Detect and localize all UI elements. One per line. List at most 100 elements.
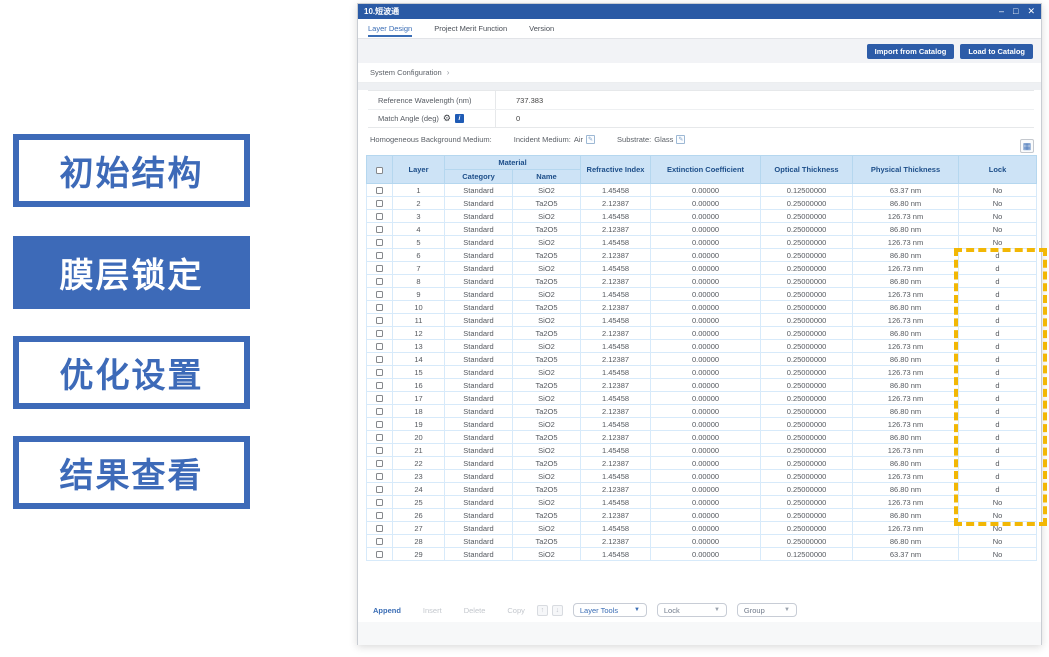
refractive-index-cell: 2.12387 — [581, 379, 651, 392]
row-checkbox[interactable] — [376, 252, 383, 259]
row-checkbox[interactable] — [376, 304, 383, 311]
lock-dropdown[interactable]: Lock ▼ — [657, 603, 727, 617]
row-checkbox[interactable] — [376, 382, 383, 389]
row-checkbox[interactable] — [376, 473, 383, 480]
category-cell: Standard — [445, 548, 513, 561]
edit-substrate-icon[interactable]: ✎ — [676, 135, 685, 144]
extinction-coefficient-cell: 0.00000 — [651, 418, 761, 431]
physical-thickness-cell: 126.73 nm — [853, 366, 959, 379]
tab-version[interactable]: Version — [529, 19, 554, 38]
row-checkbox[interactable] — [376, 200, 383, 207]
extinction-coefficient-cell: 0.00000 — [651, 184, 761, 197]
row-checkbox[interactable] — [376, 291, 383, 298]
optical-thickness-cell: 0.25000000 — [761, 314, 853, 327]
material-name-cell: SiO2 — [513, 340, 581, 353]
lock-cell: d — [959, 470, 1037, 483]
background-medium-label: Homogeneous Background Medium: — [370, 135, 492, 144]
row-checkbox[interactable] — [376, 187, 383, 194]
layer-cell: 19 — [393, 418, 445, 431]
reference-wavelength-field[interactable]: 737.383 — [496, 96, 543, 105]
row-checkbox[interactable] — [376, 499, 383, 506]
select-all-checkbox[interactable] — [376, 167, 383, 174]
close-button[interactable]: ✕ — [1027, 7, 1035, 16]
table-row: 17StandardSiO21.454580.000000.2500000012… — [367, 392, 1037, 405]
insert-button[interactable]: Insert — [423, 606, 442, 615]
extinction-coefficient-cell: 0.00000 — [651, 483, 761, 496]
optical-thickness-cell: 0.25000000 — [761, 496, 853, 509]
row-checkbox[interactable] — [376, 369, 383, 376]
row-checkbox[interactable] — [376, 551, 383, 558]
row-checkbox[interactable] — [376, 317, 383, 324]
lock-cell: d — [959, 405, 1037, 418]
tabbar: Layer Design Project Merit Function Vers… — [358, 19, 1041, 39]
copy-button[interactable]: Copy — [507, 606, 525, 615]
material-name-cell: SiO2 — [513, 236, 581, 249]
row-checkbox[interactable] — [376, 265, 383, 272]
row-checkbox[interactable] — [376, 408, 383, 415]
tab-layer-design[interactable]: Layer Design — [368, 19, 412, 38]
gear-icon[interactable]: ⚙ — [443, 114, 451, 123]
optical-thickness-cell: 0.25000000 — [761, 483, 853, 496]
row-checkbox[interactable] — [376, 525, 383, 532]
row-checkbox[interactable] — [376, 460, 383, 467]
refractive-index-cell: 1.45458 — [581, 548, 651, 561]
minimize-button[interactable]: – — [999, 7, 1004, 16]
row-checkbox[interactable] — [376, 330, 383, 337]
move-down-icon[interactable]: ↓ — [552, 605, 563, 616]
delete-button[interactable]: Delete — [464, 606, 486, 615]
row-checkbox[interactable] — [376, 447, 383, 454]
incident-medium-value: Air — [574, 135, 583, 144]
match-angle-field[interactable]: 0 — [496, 114, 520, 123]
row-checkbox[interactable] — [376, 512, 383, 519]
row-checkbox[interactable] — [376, 538, 383, 545]
column-header-name: Name — [513, 170, 581, 184]
category-cell: Standard — [445, 392, 513, 405]
reference-wavelength-label: Reference Wavelength (nm) — [378, 96, 472, 105]
physical-thickness-cell: 86.80 nm — [853, 483, 959, 496]
column-header-physical-thickness: Physical Thickness — [853, 156, 959, 184]
layer-cell: 6 — [393, 249, 445, 262]
category-cell: Standard — [445, 509, 513, 522]
refractive-index-cell: 2.12387 — [581, 223, 651, 236]
category-cell: Standard — [445, 301, 513, 314]
physical-thickness-cell: 86.80 nm — [853, 223, 959, 236]
maximize-button[interactable]: □ — [1013, 7, 1018, 16]
append-button[interactable]: Append — [373, 606, 401, 615]
physical-thickness-cell: 86.80 nm — [853, 431, 959, 444]
import-from-catalog-button[interactable]: Import from Catalog — [867, 44, 955, 59]
material-name-cell: Ta2O5 — [513, 327, 581, 340]
category-cell: Standard — [445, 236, 513, 249]
table-settings-icon[interactable]: ▦ — [1020, 139, 1034, 153]
layer-cell: 23 — [393, 470, 445, 483]
layer-tools-dropdown[interactable]: Layer Tools ▼ — [573, 603, 647, 617]
extinction-coefficient-cell: 0.00000 — [651, 275, 761, 288]
optical-thickness-cell: 0.25000000 — [761, 340, 853, 353]
physical-thickness-cell: 86.80 nm — [853, 301, 959, 314]
group-dropdown[interactable]: Group ▼ — [737, 603, 797, 617]
load-to-catalog-button[interactable]: Load to Catalog — [960, 44, 1033, 59]
row-checkbox[interactable] — [376, 213, 383, 220]
row-checkbox[interactable] — [376, 343, 383, 350]
extinction-coefficient-cell: 0.00000 — [651, 457, 761, 470]
refractive-index-cell: 2.12387 — [581, 353, 651, 366]
layer-cell: 4 — [393, 223, 445, 236]
table-row: 10StandardTa2O52.123870.000000.250000008… — [367, 301, 1037, 314]
extinction-coefficient-cell: 0.00000 — [651, 223, 761, 236]
row-checkbox[interactable] — [376, 356, 383, 363]
tab-project-merit-function[interactable]: Project Merit Function — [434, 19, 507, 38]
row-checkbox[interactable] — [376, 226, 383, 233]
row-checkbox[interactable] — [376, 434, 383, 441]
material-name-cell: SiO2 — [513, 444, 581, 457]
row-checkbox[interactable] — [376, 239, 383, 246]
edit-incident-medium-icon[interactable]: ✎ — [586, 135, 595, 144]
extinction-coefficient-cell: 0.00000 — [651, 210, 761, 223]
row-checkbox[interactable] — [376, 278, 383, 285]
system-configuration-header[interactable]: System Configuration › — [358, 63, 1041, 83]
info-icon[interactable]: i — [455, 114, 464, 123]
row-checkbox[interactable] — [376, 486, 383, 493]
row-checkbox[interactable] — [376, 421, 383, 428]
sidebar-item-label: 优化设置 — [60, 348, 204, 397]
move-up-icon[interactable]: ↑ — [537, 605, 548, 616]
row-checkbox[interactable] — [376, 395, 383, 402]
material-name-cell: SiO2 — [513, 184, 581, 197]
